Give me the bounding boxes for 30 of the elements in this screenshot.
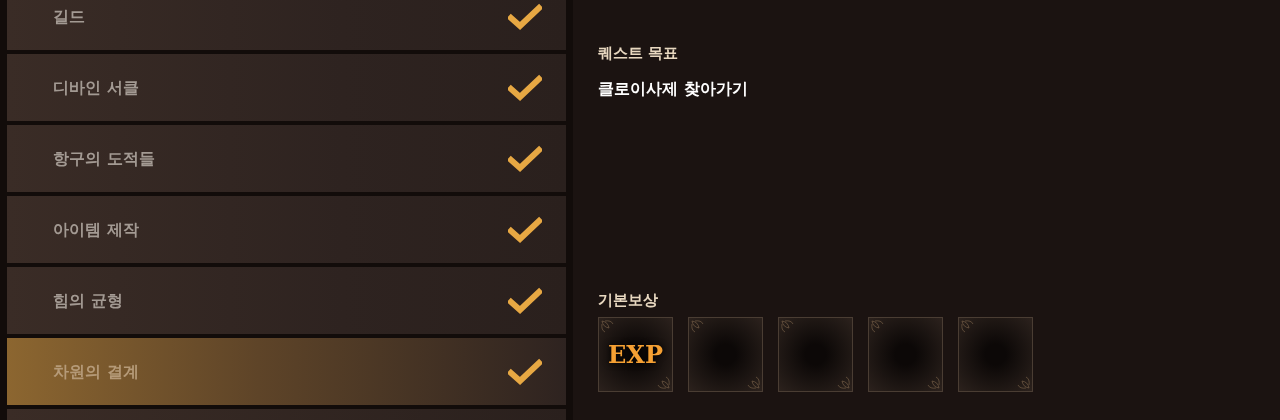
quest-title: 길드 (53, 5, 85, 28)
quest-list-item[interactable]: 힘의 균형 (7, 267, 566, 334)
quest-title: 힘의 균형 (53, 289, 123, 312)
quest-objective: 클로이사제 찾아가기 (598, 77, 749, 100)
section-heading: 기본보상 (598, 289, 659, 311)
quest-title: 차원의 결계 (53, 360, 139, 383)
quest-list-item[interactable]: 길드 (7, 0, 566, 50)
corner-ornament-icon (691, 320, 705, 334)
reward-slot[interactable] (688, 317, 763, 392)
reward-slot[interactable] (778, 317, 853, 392)
corner-ornament-icon (746, 375, 760, 389)
quest-title: 항구의 도적들 (53, 147, 155, 170)
corner-ornament-icon (656, 375, 670, 389)
quest-title: 아이템 제작 (53, 218, 139, 241)
corner-ornament-icon (961, 320, 975, 334)
corner-ornament-icon (871, 320, 885, 334)
quest-title: 디바인 서클 (53, 76, 139, 99)
corner-ornament-icon (836, 375, 850, 389)
quest-list-item[interactable]: 디바인 서클 (7, 54, 566, 121)
section-heading: 퀘스트 목표 (598, 43, 680, 64)
exp-label: EXP (608, 338, 663, 371)
reward-slot[interactable] (868, 317, 943, 392)
reward-slot[interactable] (958, 317, 1033, 392)
corner-ornament-icon (1016, 375, 1030, 389)
quest-list-item[interactable]: 항구의 도적들 (7, 125, 566, 192)
quest-list-item[interactable]: 아이템 제작 (7, 196, 566, 263)
reward-slot[interactable]: EXP (598, 317, 673, 392)
corner-ornament-icon (601, 320, 615, 334)
corner-ornament-icon (926, 375, 940, 389)
corner-ornament-icon (781, 320, 795, 334)
